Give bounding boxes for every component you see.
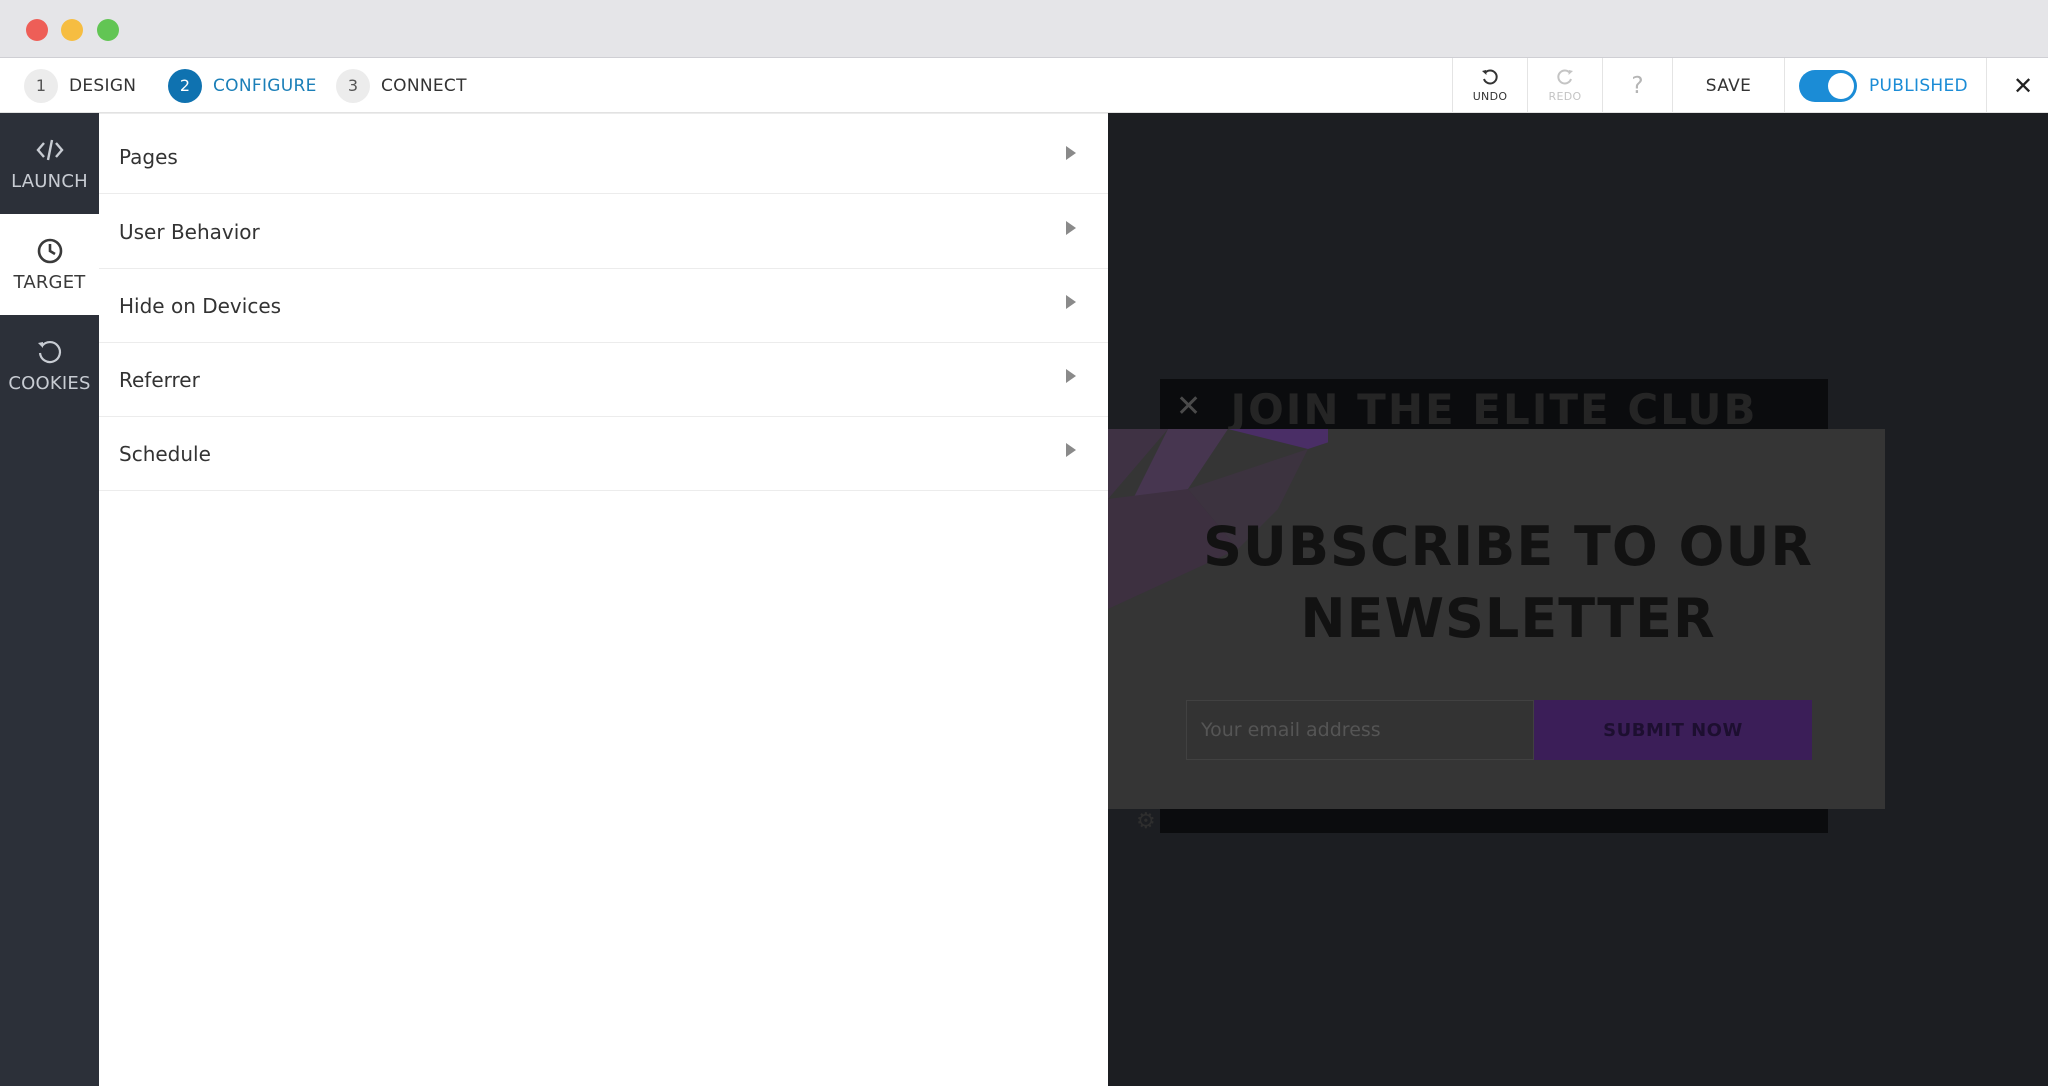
popup-back-title: JOIN THE ELITE CLUB (1230, 385, 1758, 434)
sidebar-item-label: COOKIES (8, 373, 91, 394)
code-icon (35, 139, 64, 161)
toolbar-divider (1784, 58, 1785, 113)
sidebar-item-cookies[interactable]: COOKIES (0, 315, 99, 416)
window-zoom-button[interactable] (97, 19, 119, 41)
caret-right-icon (1066, 146, 1076, 160)
caret-right-icon (1066, 221, 1076, 235)
step-label: DESIGN (69, 75, 137, 96)
submit-button[interactable]: SUBMIT NOW (1534, 700, 1812, 760)
step-connect[interactable]: 3 CONNECT (336, 68, 467, 103)
undo-label: UNDO (1472, 89, 1508, 103)
row-label: User Behavior (119, 220, 260, 244)
caret-right-icon (1066, 295, 1076, 309)
step-design[interactable]: 1 DESIGN (24, 68, 136, 103)
step-label: CONFIGURE (213, 75, 317, 96)
accordion-row-user-behavior[interactable]: User Behavior (99, 195, 1108, 269)
headline-line: NEWSLETTER (1300, 587, 1716, 650)
clock-icon (37, 238, 62, 264)
history-icon (37, 340, 61, 364)
window-minimize-button[interactable] (61, 19, 83, 41)
headline-line: SUBSCRIBE TO OUR (1203, 515, 1813, 578)
undo-icon (1482, 68, 1498, 84)
step-label: CONNECT (381, 75, 467, 96)
row-label: Hide on Devices (119, 294, 282, 318)
settings-sidebar: LAUNCH TARGET COOKIES (0, 113, 99, 1086)
close-icon: ✕ (2012, 71, 2034, 100)
redo-label: REDO (1548, 89, 1582, 103)
sidebar-item-label: LAUNCH (11, 171, 88, 192)
gear-icon[interactable]: ⚙ (1136, 809, 1156, 834)
accordion-row-referrer[interactable]: Referrer (99, 343, 1108, 417)
row-label: Schedule (119, 442, 211, 466)
published-toggle[interactable] (1799, 70, 1857, 102)
help-icon: ? (1631, 72, 1644, 99)
row-label: Pages (119, 145, 178, 169)
sidebar-item-launch[interactable]: LAUNCH (0, 113, 99, 214)
sidebar-item-label: TARGET (13, 272, 86, 293)
save-label: SAVE (1705, 75, 1752, 96)
step-configure[interactable]: 2 CONFIGURE (168, 68, 317, 103)
accordion-row-pages[interactable]: Pages (99, 120, 1108, 194)
step-number: 1 (24, 68, 58, 103)
help-button[interactable]: ? (1603, 58, 1672, 113)
newsletter-popup[interactable]: SUBSCRIBE TO OUR NEWSLETTER Your email a… (1108, 429, 1885, 809)
step-number: 2 (168, 68, 202, 103)
window-close-button[interactable] (26, 19, 48, 41)
save-button[interactable]: SAVE (1673, 58, 1784, 113)
toggle-knob (1828, 73, 1854, 99)
redo-icon (1557, 68, 1573, 84)
row-label: Referrer (119, 368, 200, 392)
sidebar-item-target[interactable]: TARGET (0, 214, 99, 315)
redo-button[interactable]: REDO (1528, 58, 1602, 113)
step-number: 3 (336, 68, 370, 103)
caret-right-icon (1066, 443, 1076, 457)
editor-toolbar: 1 DESIGN 2 CONFIGURE 3 CONNECT UNDO REDO… (0, 58, 2048, 113)
toolbar-divider (1986, 58, 1987, 113)
caret-right-icon (1066, 369, 1076, 383)
accordion-row-schedule[interactable]: Schedule (99, 417, 1108, 491)
accordion-row-hide-on-devices[interactable]: Hide on Devices (99, 269, 1108, 343)
published-label: PUBLISHED (1869, 76, 1968, 96)
popup-preview-area: ✕ JOIN THE ELITE CLUB SUBSCRIBE TO OUR N… (1108, 113, 2048, 1086)
undo-button[interactable]: UNDO (1453, 58, 1527, 113)
email-input[interactable]: Your email address (1186, 700, 1534, 760)
newsletter-headline: SUBSCRIBE TO OUR NEWSLETTER (1198, 511, 1818, 655)
window-titlebar (0, 0, 2048, 58)
target-settings-panel: Pages User Behavior Hide on Devices Refe… (99, 113, 1108, 1086)
close-editor-button[interactable]: ✕ (2008, 68, 2038, 103)
